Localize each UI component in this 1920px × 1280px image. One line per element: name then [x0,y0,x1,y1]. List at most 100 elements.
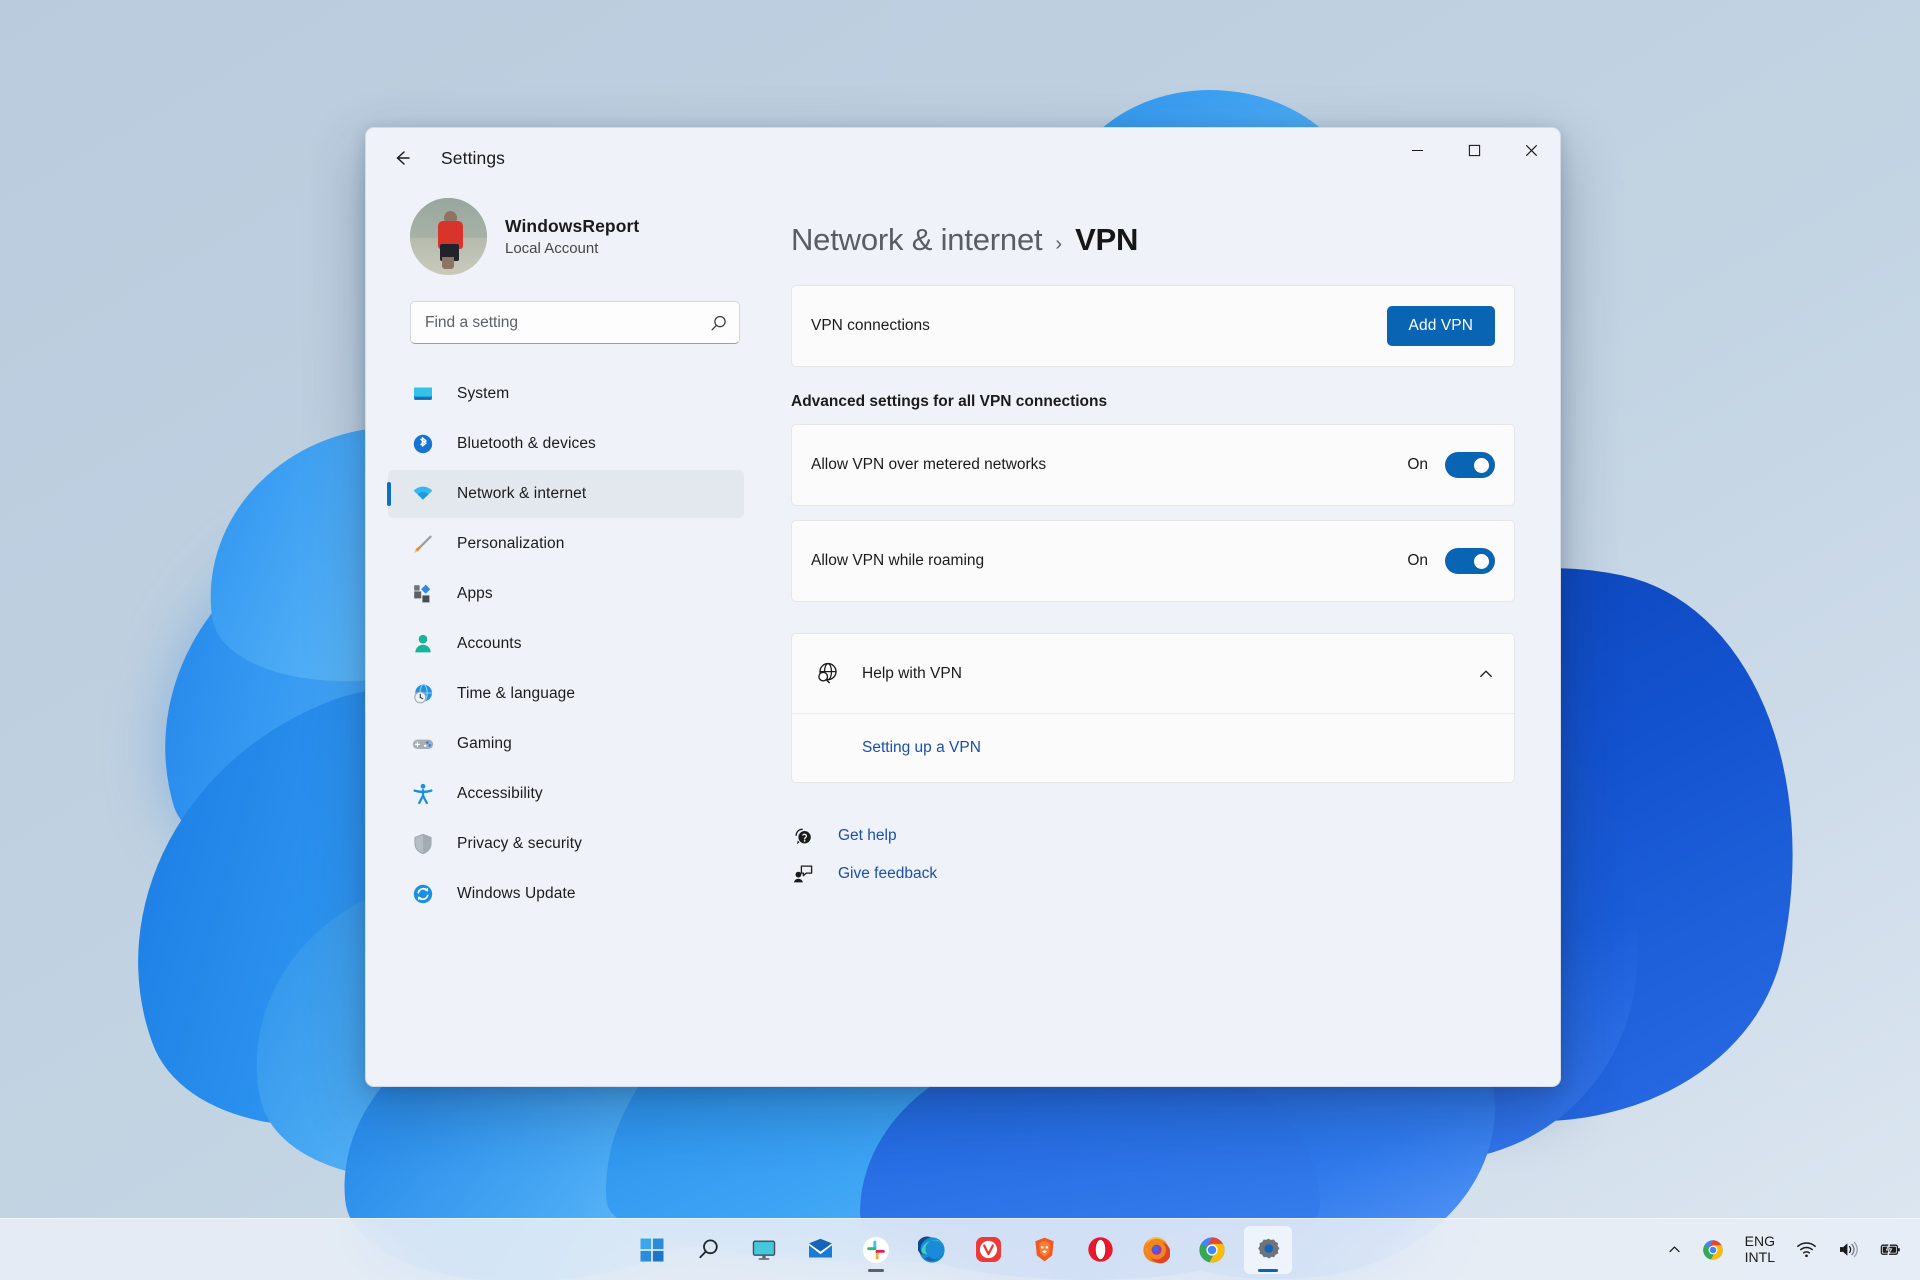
system-monitor-icon [410,381,436,407]
account-block[interactable]: WindowsReport Local Account [388,188,744,275]
help-with-vpn-card: Help with VPN Setting up a VPN [791,633,1515,783]
breadcrumb-separator: › [1055,233,1063,255]
taskbar-items [628,1225,1292,1274]
maximize-button[interactable] [1446,128,1503,172]
window-body: WindowsReport Local Account Find a setti… [366,188,1560,1086]
sidebar-item-time-language[interactable]: Time & language [388,670,744,718]
vivaldi-button[interactable] [964,1226,1012,1274]
mail-icon [808,1238,832,1258]
search-icon [698,1239,718,1259]
paintbrush-icon [410,531,436,557]
chevron-up-icon [1669,1246,1680,1253]
search-box [410,301,740,344]
sidebar: WindowsReport Local Account Find a setti… [366,188,766,1086]
globe-clock-icon [410,681,436,707]
sidebar-item-label: Windows Update [457,885,576,902]
speaker-icon [1840,1241,1858,1258]
help-with-vpn-expander[interactable]: Help with VPN [792,634,1514,713]
chrome-button[interactable] [1188,1226,1236,1274]
battery-button[interactable] [1870,1228,1910,1272]
breadcrumb-parent[interactable]: Network & internet [791,222,1043,258]
accessibility-person-icon [410,781,436,807]
search-icon [710,315,726,330]
slack-button[interactable] [852,1226,900,1274]
globe-search-icon [811,659,841,689]
sidebar-nav: System Bluetooth & devices Network & int… [387,370,744,918]
sidebar-item-label: Privacy & security [457,835,582,852]
sidebar-item-label: Network & internet [457,485,587,502]
advanced-settings-heading: Advanced settings for all VPN connection… [791,393,1108,410]
give-feedback-link[interactable]: Give feedback [791,855,937,893]
allow-vpn-metered-row: Allow VPN over metered networks On [792,425,1514,505]
system-tray: ENG INTL [1659,1219,1910,1280]
shield-icon [410,831,436,857]
account-type: Local Account [505,240,599,257]
sidebar-item-apps[interactable]: Apps [388,570,744,618]
allow-vpn-metered-toggle[interactable] [1445,452,1495,478]
firefox-button[interactable] [1132,1226,1180,1274]
allow-vpn-metered-label: Allow VPN over metered networks [811,456,1047,473]
add-vpn-button[interactable]: Add VPN [1386,306,1495,346]
chrome-tray-icon [1702,1239,1723,1260]
search-button[interactable] [684,1226,732,1274]
language-line-1: ENG [1744,1232,1775,1249]
close-icon [1525,144,1538,156]
sidebar-item-accessibility[interactable]: Accessibility [388,770,744,818]
breadcrumb-current: VPN [1075,222,1139,257]
start-button[interactable] [628,1226,676,1274]
allow-vpn-metered-state: On [1407,456,1428,473]
sidebar-item-system[interactable]: System [388,370,744,418]
allow-vpn-roaming-toggle[interactable] [1445,548,1495,574]
setting-up-a-vpn-link[interactable]: Setting up a VPN [862,739,981,757]
brave-button[interactable] [1020,1226,1068,1274]
tray-overflow-button[interactable] [1659,1228,1690,1272]
sidebar-item-network-internet[interactable]: Network & internet [387,470,744,518]
tray-app-button[interactable] [1694,1228,1732,1272]
wifi-icon [410,481,436,507]
task-view-button[interactable] [740,1226,788,1274]
sidebar-item-privacy-security[interactable]: Privacy & security [388,820,744,868]
network-button[interactable] [1788,1228,1825,1272]
sidebar-item-personalization[interactable]: Personalization [388,520,744,568]
allow-vpn-roaming-label: Allow VPN while roaming [811,552,985,569]
help-with-vpn-body: Setting up a VPN [792,714,1514,782]
opera-button[interactable] [1076,1226,1124,1274]
sidebar-item-bluetooth-devices[interactable]: Bluetooth & devices [388,420,744,468]
brave-icon [1034,1237,1054,1262]
vpn-connections-card: VPN connections Add VPN [791,285,1515,367]
sidebar-item-label: Bluetooth & devices [457,435,596,452]
give-feedback-label: Give feedback [838,865,938,882]
help-with-vpn-label: Help with VPN [862,664,962,682]
allow-vpn-roaming-card: Allow VPN while roaming On [791,520,1515,602]
account-name: WindowsReport [505,216,640,236]
search-button[interactable] [705,310,731,336]
settings-window: Settings WindowsReport Local Account Fin… [365,127,1561,1087]
windows-logo-icon [640,1238,664,1261]
gamepad-icon [410,731,436,757]
chevron-up-icon[interactable] [1477,665,1495,683]
get-help-link[interactable]: Get help [791,817,897,855]
sidebar-item-accounts[interactable]: Accounts [388,620,744,668]
mail-button[interactable] [796,1226,844,1274]
desktop: Settings WindowsReport Local Account Fin… [0,0,1920,1280]
sidebar-item-windows-update[interactable]: Windows Update [388,870,744,918]
minimize-button[interactable] [1389,128,1446,172]
sidebar-item-label: Personalization [457,535,565,552]
back-button[interactable] [380,138,424,178]
sidebar-item-gaming[interactable]: Gaming [388,720,744,768]
language-indicator[interactable]: ENG INTL [1736,1228,1784,1272]
close-button[interactable] [1503,128,1560,172]
taskbar: ENG INTL [0,1218,1920,1280]
allow-vpn-metered-card: Allow VPN over metered networks On [791,424,1515,506]
volume-button[interactable] [1829,1228,1866,1272]
avatar [410,198,487,275]
sidebar-item-label: Gaming [457,735,512,752]
search-input[interactable] [410,301,740,344]
battery-charging-icon [1880,1243,1900,1256]
update-refresh-icon [410,881,436,907]
settings-button[interactable] [1244,1225,1292,1274]
back-arrow-icon [396,151,410,165]
edge-button[interactable] [908,1226,956,1274]
sidebar-item-label: Accounts [457,635,522,652]
vivaldi-icon [975,1237,1001,1262]
